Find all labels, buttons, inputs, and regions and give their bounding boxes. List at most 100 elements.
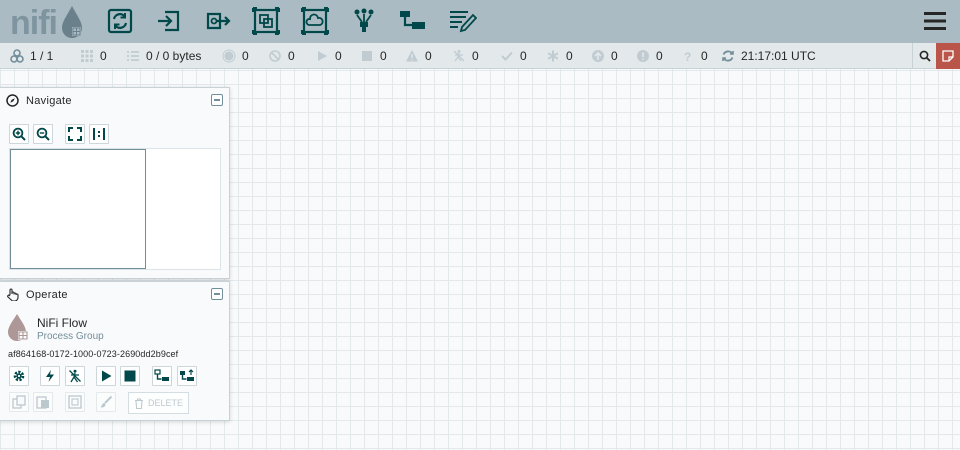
upload-template-button[interactable] bbox=[177, 366, 197, 386]
play-icon bbox=[102, 370, 112, 382]
stale-stat: 0 bbox=[591, 43, 618, 69]
hamburger-icon bbox=[924, 12, 946, 30]
actual-size-icon bbox=[93, 128, 105, 140]
operate-panel: Operate NiFi Flow Process Group af864168… bbox=[0, 281, 230, 421]
delete-button[interactable]: DELETE bbox=[128, 392, 189, 414]
running-value: 0 bbox=[335, 49, 342, 63]
refresh-icon[interactable] bbox=[721, 49, 735, 63]
disable-button[interactable] bbox=[65, 366, 85, 386]
operate-collapse-button[interactable] bbox=[211, 288, 223, 300]
disabled-value: 0 bbox=[472, 49, 479, 63]
configure-button[interactable] bbox=[9, 366, 29, 386]
transmitting-stat: 0 bbox=[222, 43, 249, 69]
lightning-icon bbox=[46, 370, 54, 382]
paintbrush-icon bbox=[100, 395, 113, 408]
group-button[interactable] bbox=[65, 392, 85, 412]
list-icon bbox=[127, 51, 139, 61]
color-button[interactable] bbox=[96, 392, 116, 412]
disabled-stat: 0 bbox=[452, 43, 479, 69]
refresh-stat[interactable]: 21:17:01 UTC bbox=[721, 43, 816, 69]
add-funnel-button[interactable] bbox=[348, 5, 380, 37]
label-icon bbox=[450, 11, 477, 33]
processor-icon bbox=[107, 8, 133, 34]
navigate-title: Navigate bbox=[26, 95, 72, 107]
add-output-port-button[interactable] bbox=[202, 5, 234, 37]
paste-icon bbox=[36, 396, 49, 409]
not-transmitting-icon bbox=[269, 50, 281, 62]
birdseye-viewport[interactable] bbox=[10, 149, 146, 269]
stopped-stat: 0 bbox=[360, 43, 387, 69]
asterisk-icon bbox=[547, 50, 559, 62]
nifi-drop-icon bbox=[8, 314, 28, 341]
queued-count-value: 0 bbox=[100, 49, 107, 63]
actual-size-button[interactable] bbox=[89, 124, 109, 144]
running-stat: 0 bbox=[315, 43, 342, 69]
navigate-collapse-button[interactable] bbox=[211, 94, 223, 106]
invalid-stat: 0 bbox=[405, 43, 432, 69]
flow-status-bar: 1 / 1 0 0 / 0 bytes 0 0 0 0 0 0 0 0 0 0 … bbox=[0, 43, 960, 69]
locally-modified-stat: 0 bbox=[546, 43, 573, 69]
invalid-value: 0 bbox=[425, 49, 432, 63]
up-to-date-value: 0 bbox=[520, 49, 527, 63]
bulletin-board-button[interactable] bbox=[936, 43, 960, 69]
operate-panel-header: Operate bbox=[0, 282, 229, 308]
delete-label: DELETE bbox=[147, 398, 183, 408]
add-label-button[interactable] bbox=[446, 5, 478, 37]
start-button[interactable] bbox=[96, 366, 116, 386]
transmitting-value: 0 bbox=[242, 49, 249, 63]
gear-icon bbox=[13, 370, 25, 382]
search-icon bbox=[919, 50, 931, 62]
nifi-logo: nifi bbox=[10, 3, 86, 42]
locally-modified-value: 0 bbox=[566, 49, 573, 63]
add-remote-process-group-button[interactable] bbox=[299, 5, 331, 37]
queued-bytes-stat: 0 / 0 bytes bbox=[126, 43, 201, 69]
operate-title: Operate bbox=[26, 289, 68, 301]
exclamation-circle-icon bbox=[637, 50, 649, 62]
queued-count-stat: 0 bbox=[80, 43, 107, 69]
template-icon bbox=[400, 11, 425, 29]
arrow-up-circle-icon bbox=[592, 50, 604, 62]
compass-icon bbox=[6, 94, 19, 107]
question-icon: ? bbox=[684, 50, 691, 63]
trash-icon bbox=[134, 397, 143, 409]
sticky-note-icon bbox=[942, 50, 954, 62]
disabled-icon bbox=[453, 50, 465, 62]
enable-button[interactable] bbox=[40, 366, 60, 386]
add-processor-button[interactable] bbox=[104, 5, 136, 37]
checkmark-icon bbox=[501, 51, 513, 61]
svg-text:?: ? bbox=[684, 50, 691, 63]
input-port-icon bbox=[158, 10, 180, 32]
zoom-in-icon bbox=[12, 127, 26, 141]
component-name: NiFi Flow bbox=[37, 316, 87, 330]
active-threads-stat: 1 / 1 bbox=[10, 43, 53, 69]
fit-screen-button[interactable] bbox=[65, 124, 85, 144]
create-template-button[interactable] bbox=[152, 366, 172, 386]
add-template-button[interactable] bbox=[397, 5, 429, 37]
component-type: Process Group bbox=[37, 331, 104, 342]
zoom-out-icon bbox=[36, 127, 50, 141]
copy-button[interactable] bbox=[9, 392, 29, 412]
sync-failure-stat: ? 0 bbox=[681, 43, 708, 69]
navigate-panel-header: Navigate bbox=[0, 88, 229, 114]
disable-icon bbox=[69, 369, 81, 383]
warning-icon bbox=[406, 50, 418, 62]
stop-button[interactable] bbox=[120, 366, 140, 386]
hand-pointer-icon bbox=[7, 288, 19, 301]
last-refreshed-value: 21:17:01 UTC bbox=[741, 49, 816, 63]
play-icon bbox=[318, 51, 327, 61]
queued-bytes-value: 0 / 0 bytes bbox=[146, 49, 202, 63]
zoom-in-button[interactable] bbox=[9, 124, 29, 144]
search-button[interactable] bbox=[912, 43, 936, 69]
not-transmitting-stat: 0 bbox=[268, 43, 295, 69]
output-port-icon bbox=[206, 12, 231, 30]
up-to-date-stat: 0 bbox=[500, 43, 527, 69]
global-menu-button[interactable] bbox=[924, 10, 946, 32]
birdseye-view[interactable] bbox=[9, 148, 221, 270]
paste-button[interactable] bbox=[33, 392, 53, 412]
add-process-group-button[interactable] bbox=[250, 5, 282, 37]
zoom-out-button[interactable] bbox=[33, 124, 53, 144]
upload-template-icon bbox=[180, 369, 194, 381]
add-input-port-button[interactable] bbox=[153, 5, 185, 37]
not-transmitting-value: 0 bbox=[288, 49, 295, 63]
stop-icon bbox=[362, 51, 372, 61]
